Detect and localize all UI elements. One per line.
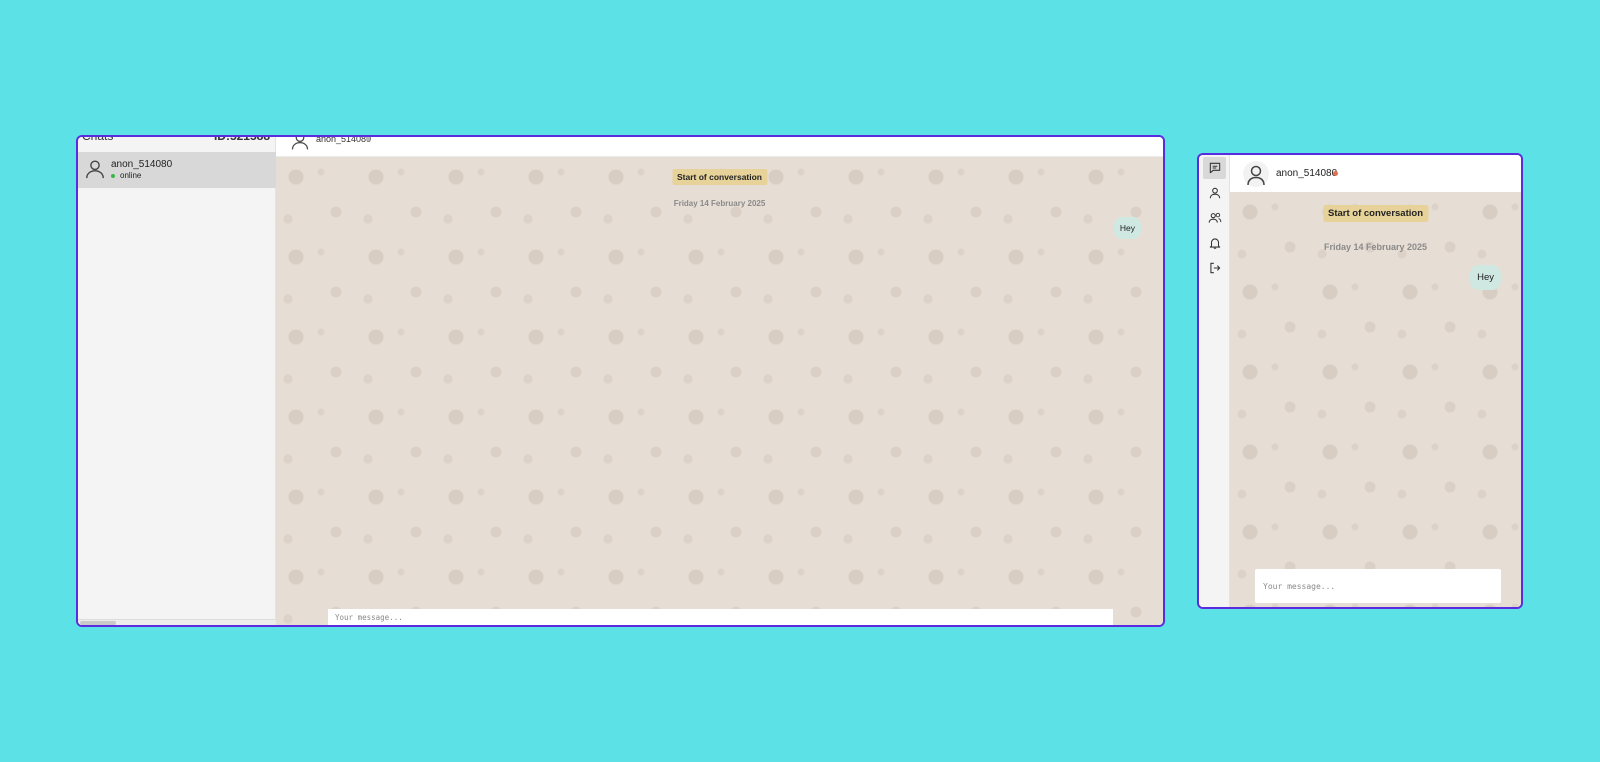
users-icon	[1208, 212, 1221, 223]
date-separator: Friday 14 February 2025	[673, 199, 766, 208]
user-avatar-icon	[86, 160, 104, 179]
chat-icon	[1209, 162, 1220, 174]
scrollbar-thumb[interactable]	[80, 621, 116, 625]
nav-notifications-button[interactable]	[1203, 232, 1226, 254]
bell-icon	[1209, 238, 1220, 249]
message-input[interactable]	[328, 609, 1113, 625]
message-input[interactable]	[1255, 569, 1501, 603]
sidebar-header: Chats ID:521588	[82, 135, 270, 145]
user-id-code: ID:521588	[213, 135, 270, 143]
conversation-header: anon_514080	[276, 137, 1163, 157]
system-message-badge: Start of conversation	[671, 169, 768, 185]
contact-name: anon_514080	[1276, 168, 1338, 179]
sidebar-scrollbar[interactable]	[78, 619, 276, 625]
logout-icon	[1209, 262, 1220, 274]
message-area[interactable]: Start of conversation Friday 14 February…	[276, 157, 1163, 625]
conversation-pane: anon_514080 Start of conversation Friday…	[276, 137, 1163, 625]
desktop-chat-window: Chats ID:521588 anon_514080 online anon_…	[76, 135, 1165, 627]
nav-logout-button[interactable]	[1203, 257, 1226, 279]
chat-sidebar: Chats ID:521588 anon_514080 online	[78, 137, 276, 625]
sidebar-title: Chats	[82, 135, 114, 143]
chat-contact-status: online	[120, 171, 142, 180]
online-dot	[111, 174, 115, 178]
sent-message-bubble[interactable]: Hey	[1113, 217, 1141, 239]
message-area[interactable]: Start of conversation Friday 14 February…	[1230, 192, 1521, 607]
nav-rail	[1199, 155, 1230, 607]
nav-profile-button[interactable]	[1203, 182, 1226, 204]
presence-dot	[366, 137, 370, 141]
nav-contacts-button[interactable]	[1203, 207, 1226, 229]
chat-contact-name: anon_514080	[111, 159, 173, 170]
nav-chats-button[interactable]	[1203, 157, 1226, 179]
contact-name: anon_514080	[316, 135, 372, 144]
conversation-header: anon_514080	[1230, 155, 1521, 192]
user-icon	[1209, 187, 1220, 199]
sent-message-bubble[interactable]: Hey	[1470, 265, 1501, 290]
contact-avatar-icon	[291, 137, 309, 150]
presence-dot	[1333, 171, 1338, 176]
mobile-chat-window: anon_514080 Start of conversation Friday…	[1197, 153, 1523, 609]
date-separator: Friday 14 February 2025	[1323, 242, 1428, 252]
contact-avatar-icon	[1243, 161, 1269, 187]
conversation-pane: anon_514080 Start of conversation Friday…	[1230, 155, 1521, 607]
chat-list-item[interactable]: anon_514080 online	[78, 152, 276, 188]
system-message-badge: Start of conversation	[1322, 205, 1429, 222]
